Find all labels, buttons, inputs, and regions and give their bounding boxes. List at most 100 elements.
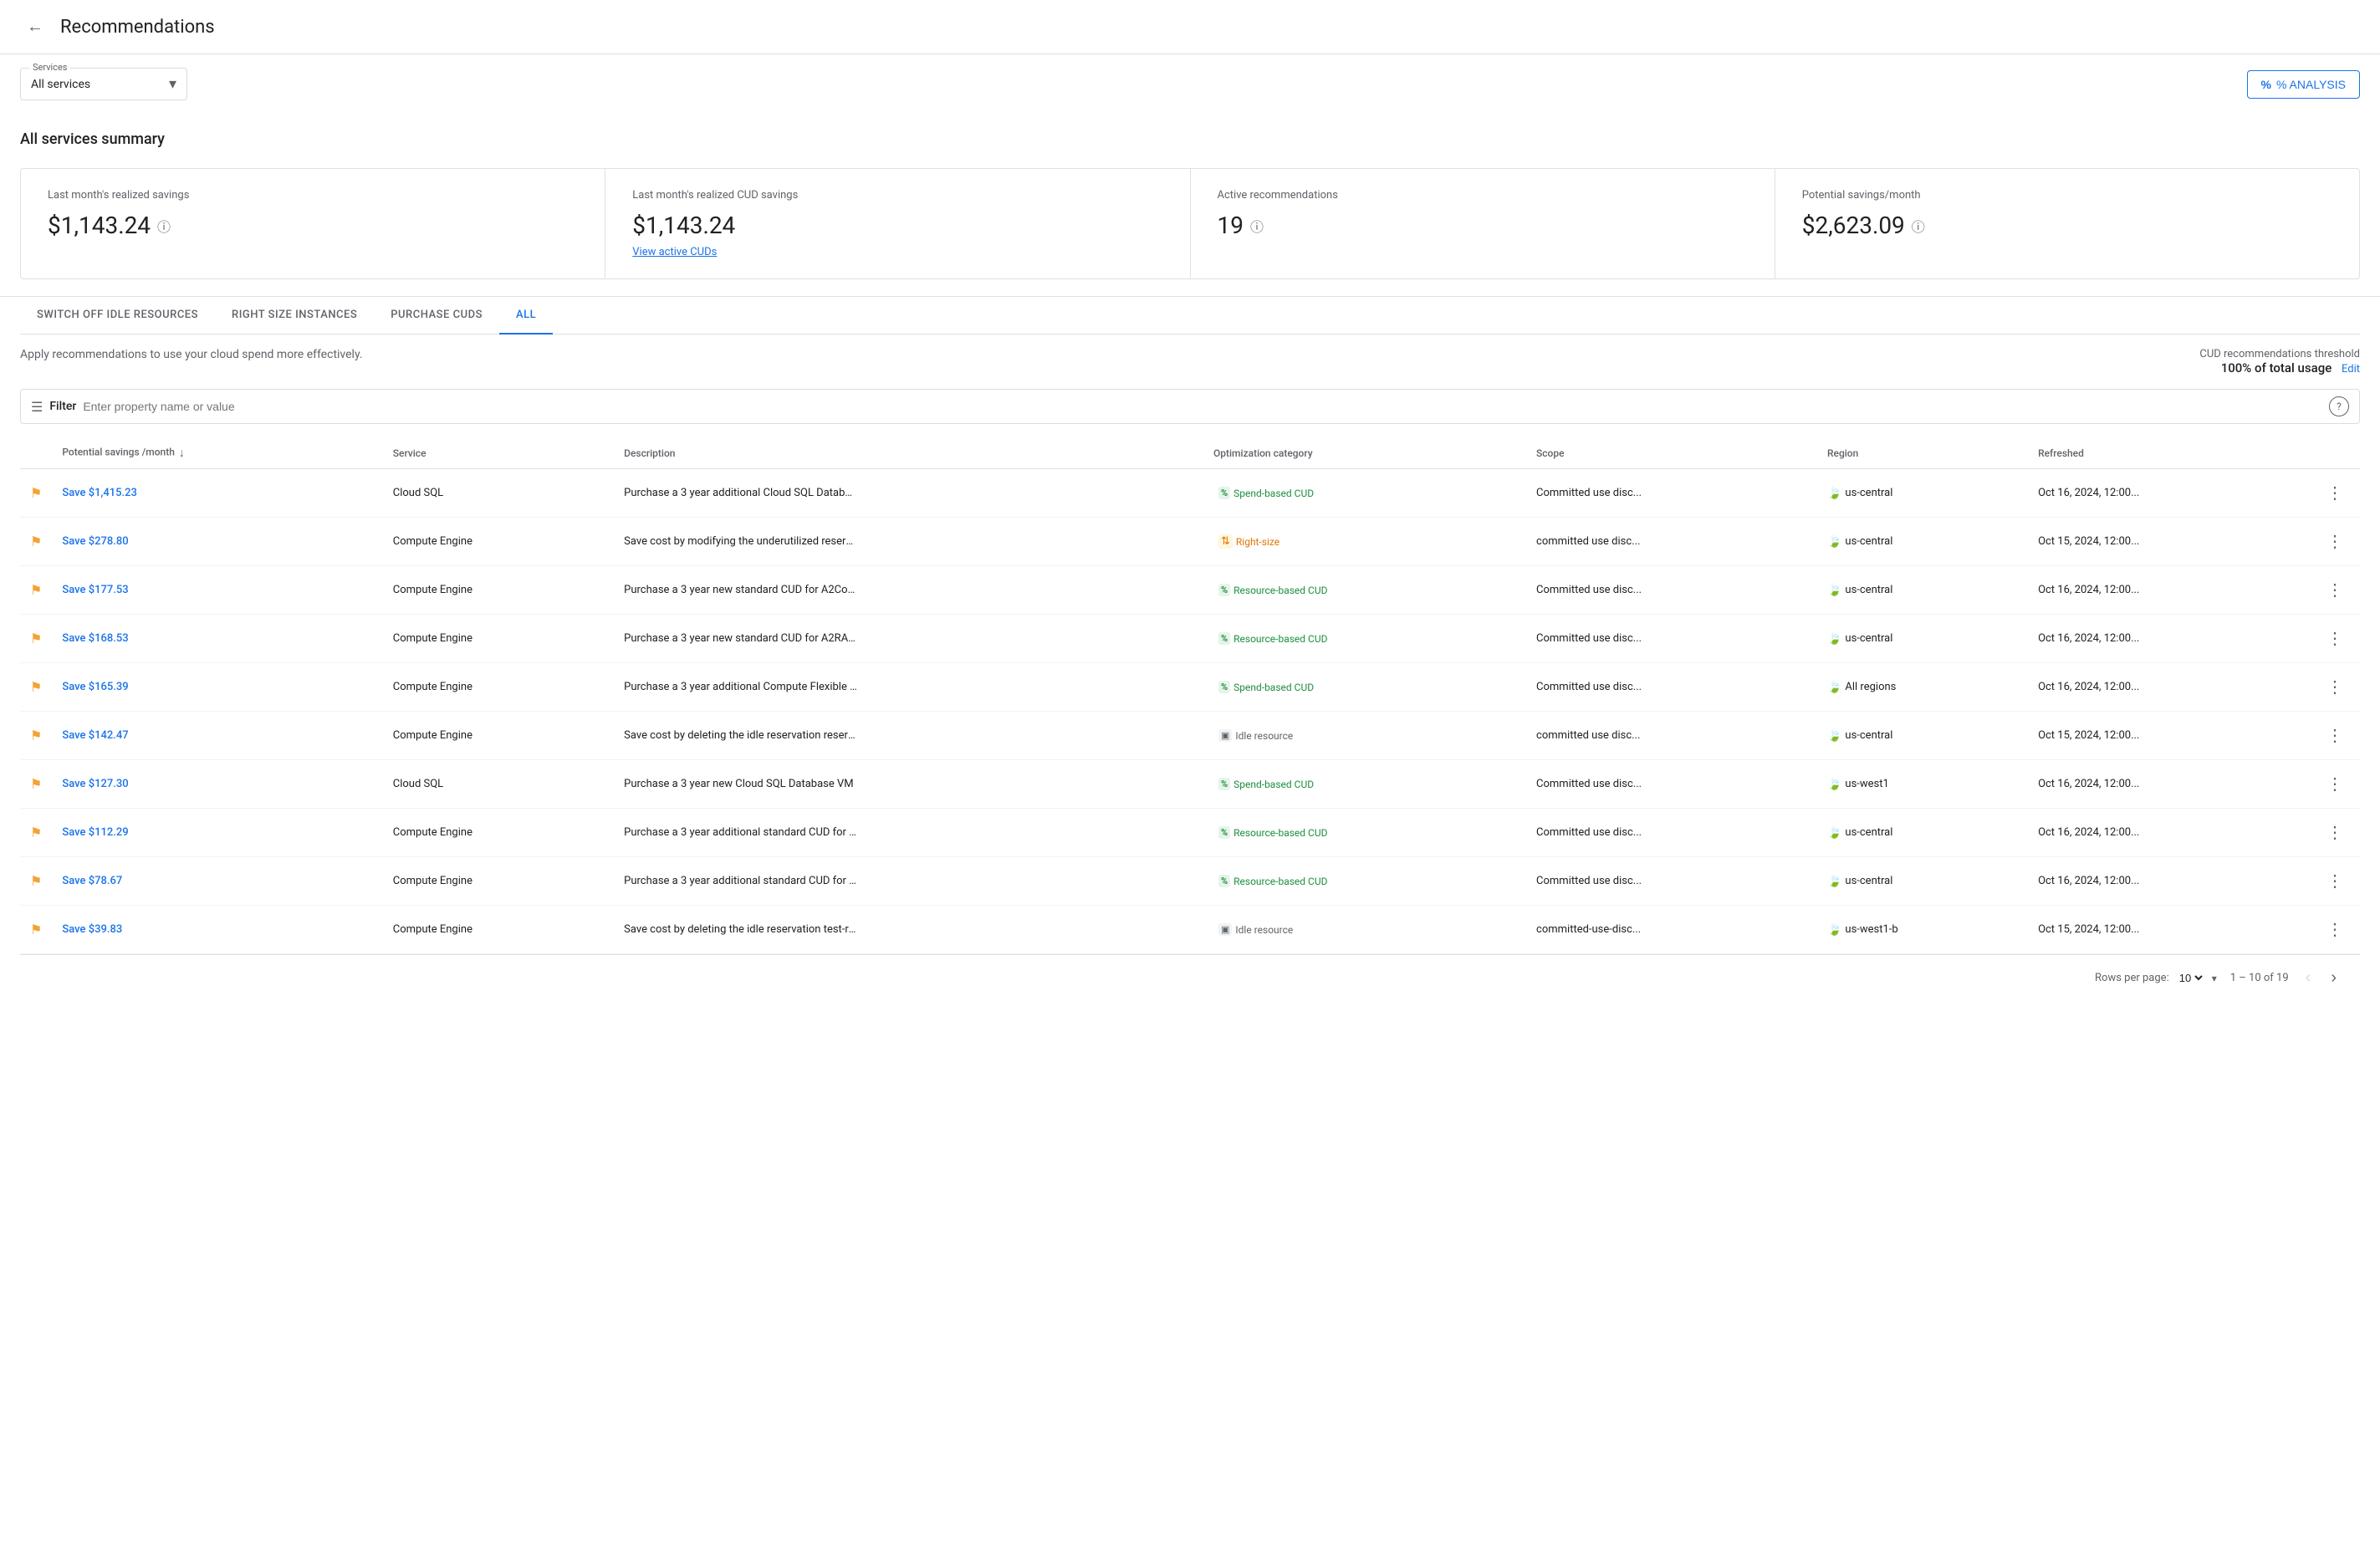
prev-page-button[interactable]: ‹ xyxy=(2302,965,2315,991)
refreshed-cell: Oct 15, 2024, 12:00... xyxy=(2028,518,2310,566)
savings-cell: Save $112.29 xyxy=(52,809,382,857)
opt-badge: % Resource-based CUD xyxy=(1213,873,1333,889)
page: ← Recommendations Services All services … xyxy=(0,0,2380,1568)
description-cell: Purchase a 3 year additional Compute Fle… xyxy=(614,663,1203,712)
opt-category-cell: ▣ Idle resource xyxy=(1203,712,1526,760)
analysis-button[interactable]: % % ANALYSIS xyxy=(2247,70,2360,99)
description-text: Purchase a 3 year additional Compute Fle… xyxy=(624,681,858,693)
region-text: 🍃 us-central xyxy=(1827,632,2018,646)
content-header: Apply recommendations to use your cloud … xyxy=(20,348,2360,375)
tab-all[interactable]: ALL xyxy=(499,297,553,335)
filter-icon: ☰ xyxy=(31,399,43,415)
view-active-cuds-link[interactable]: View active CUDs xyxy=(632,246,1162,258)
more-actions-button[interactable]: ⋮ xyxy=(2320,479,2350,507)
tabs-section: SWITCH OFF IDLE RESOURCES RIGHT SIZE INS… xyxy=(0,297,2380,335)
service-cell: Compute Engine xyxy=(383,518,614,566)
col-opt-category: Optimization category xyxy=(1203,437,1526,469)
info-icon-3[interactable]: ⓘ xyxy=(1912,216,1925,236)
description-text: Purchase a 3 year new Cloud SQL Database… xyxy=(624,778,858,790)
savings-link[interactable]: Save $112.29 xyxy=(62,826,128,839)
description-cell: Save cost by modifying the underutilized… xyxy=(614,518,1203,566)
savings-link[interactable]: Save $168.53 xyxy=(62,632,128,645)
analysis-button-label: % ANALYSIS xyxy=(2276,78,2346,91)
savings-link[interactable]: Save $1,415.23 xyxy=(62,487,137,499)
savings-link[interactable]: Save $165.39 xyxy=(62,681,128,693)
more-actions-cell: ⋮ xyxy=(2310,615,2360,663)
table-row: ⚑ Save $39.83 Compute Engine Save cost b… xyxy=(20,906,2360,954)
savings-cell: Save $142.47 xyxy=(52,712,382,760)
flag-icon: ⚑ xyxy=(30,534,42,549)
region-text: 🍃 us-west1-b xyxy=(1827,923,2018,937)
service-cell: Cloud SQL xyxy=(383,469,614,518)
col-description: Description xyxy=(614,437,1203,469)
card-value-2: 19 ⓘ xyxy=(1218,212,1748,239)
more-actions-button[interactable]: ⋮ xyxy=(2320,673,2350,701)
savings-link[interactable]: Save $177.53 xyxy=(62,584,128,596)
table-header-row: Potential savings /month ↓ Service Descr… xyxy=(20,437,2360,469)
flag-icon: ⚑ xyxy=(30,728,42,743)
more-actions-cell: ⋮ xyxy=(2310,857,2360,906)
savings-link[interactable]: Save $278.80 xyxy=(62,535,128,548)
more-actions-button[interactable]: ⋮ xyxy=(2320,867,2350,895)
card-value-3: $2,623.09 ⓘ xyxy=(1802,212,2332,239)
more-actions-button[interactable]: ⋮ xyxy=(2320,916,2350,943)
next-page-button[interactable]: › xyxy=(2327,965,2340,991)
more-actions-button[interactable]: ⋮ xyxy=(2320,722,2350,749)
card-label-1: Last month's realized CUD savings xyxy=(632,189,1162,202)
description-text: Purchase a 3 year new standard CUD for A… xyxy=(624,632,858,645)
region-cell: 🍃 All regions xyxy=(1817,663,2028,712)
info-icon-0[interactable]: ⓘ xyxy=(157,216,171,236)
services-dropdown[interactable]: Services All services ▾ xyxy=(20,68,187,100)
flag-icon: ⚑ xyxy=(30,582,42,598)
savings-cell: Save $39.83 xyxy=(52,906,382,954)
rows-per-page-select[interactable]: 10 25 50 xyxy=(2176,971,2205,985)
table-row: ⚑ Save $1,415.23 Cloud SQL Purchase a 3 … xyxy=(20,469,2360,518)
table-row: ⚑ Save $278.80 Compute Engine Save cost … xyxy=(20,518,2360,566)
more-actions-cell: ⋮ xyxy=(2310,566,2360,615)
tab-switch-off-idle[interactable]: SWITCH OFF IDLE RESOURCES xyxy=(20,297,215,335)
help-icon[interactable]: ? xyxy=(2329,396,2349,416)
page-info: 1 – 10 of 19 xyxy=(2230,972,2289,984)
savings-link[interactable]: Save $142.47 xyxy=(62,729,128,742)
opt-category-cell: % Spend-based CUD xyxy=(1203,469,1526,518)
savings-link[interactable]: Save $78.67 xyxy=(62,875,122,887)
filter-input[interactable] xyxy=(83,400,2329,413)
flag-cell: ⚑ xyxy=(20,809,52,857)
more-actions-button[interactable]: ⋮ xyxy=(2320,770,2350,798)
service-cell: Compute Engine xyxy=(383,857,614,906)
opt-category-cell: % Spend-based CUD xyxy=(1203,760,1526,809)
tab-right-size[interactable]: RIGHT SIZE INSTANCES xyxy=(215,297,374,335)
back-button[interactable]: ← xyxy=(20,12,50,42)
refreshed-cell: Oct 16, 2024, 12:00... xyxy=(2028,760,2310,809)
savings-link[interactable]: Save $127.30 xyxy=(62,778,128,790)
region-icon: 🍃 xyxy=(1827,584,1841,597)
savings-link[interactable]: Save $39.83 xyxy=(62,923,122,936)
card-value-0: $1,143.24 ⓘ xyxy=(48,212,578,239)
scope-cell: Committed use disc... xyxy=(1526,469,1817,518)
more-actions-button[interactable]: ⋮ xyxy=(2320,576,2350,604)
tab-purchase-cuds[interactable]: PURCHASE CUDS xyxy=(374,297,499,335)
opt-badge: % Resource-based CUD xyxy=(1213,825,1333,840)
info-icon-2[interactable]: ⓘ xyxy=(1250,216,1264,236)
scope-cell: Committed use disc... xyxy=(1526,760,1817,809)
cud-edit-link[interactable]: Edit xyxy=(2342,363,2360,375)
sort-down-icon[interactable]: ↓ xyxy=(179,447,185,460)
opt-badge: % Resource-based CUD xyxy=(1213,582,1333,598)
description-cell: Save cost by deleting the idle reservati… xyxy=(614,906,1203,954)
more-actions-button[interactable]: ⋮ xyxy=(2320,819,2350,846)
refreshed-cell: Oct 16, 2024, 12:00... xyxy=(2028,809,2310,857)
more-actions-button[interactable]: ⋮ xyxy=(2320,625,2350,652)
card-label-3: Potential savings/month xyxy=(1802,189,2332,202)
region-cell: 🍃 us-central xyxy=(1817,566,2028,615)
more-actions-button[interactable]: ⋮ xyxy=(2320,528,2350,555)
description-cell: Purchase a 3 year additional standard CU… xyxy=(614,809,1203,857)
flag-icon: ⚑ xyxy=(30,485,42,501)
flag-cell: ⚑ xyxy=(20,906,52,954)
summary-cards: Last month's realized savings $1,143.24 … xyxy=(20,168,2360,279)
scope-cell: Committed use disc... xyxy=(1526,566,1817,615)
card-label-2: Active recommendations xyxy=(1218,189,1748,202)
scope-cell: Committed use disc... xyxy=(1526,809,1817,857)
page-header: ← Recommendations xyxy=(0,0,2380,54)
opt-badge: % Spend-based CUD xyxy=(1213,776,1319,792)
table-row: ⚑ Save $112.29 Compute Engine Purchase a… xyxy=(20,809,2360,857)
